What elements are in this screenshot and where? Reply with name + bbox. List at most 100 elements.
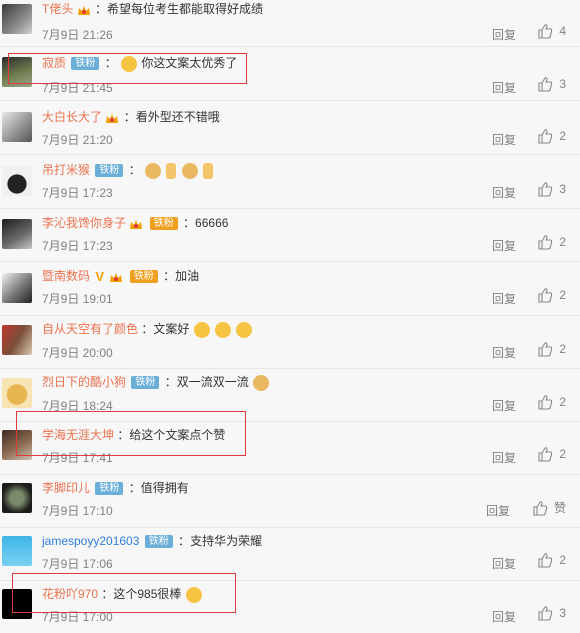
like-button[interactable]: 2 <box>537 341 566 357</box>
username[interactable]: 李沁我馋你身子 <box>42 216 126 230</box>
comment-text: ：看外型还不错哦 <box>123 110 220 124</box>
comment-time: 7月9日 21:26 <box>42 28 113 42</box>
comment-text: ：文案好 <box>141 322 190 336</box>
username[interactable]: T佬头 <box>42 2 73 16</box>
thumbs-up-icon <box>538 129 553 144</box>
like-count: 2 <box>559 235 566 249</box>
doge-emoji-icon <box>181 162 198 179</box>
like-button[interactable]: 2 <box>537 446 566 462</box>
username[interactable]: 大白长大了 <box>42 110 102 124</box>
comment-row: 大白长大了 ：看外型还不错哦 7月9日 21:20 回复 2 <box>0 101 580 155</box>
crown-icon <box>129 218 143 230</box>
reply-button[interactable]: 回复 <box>492 449 516 466</box>
comment-text: ：给这个文案点个赞 <box>117 428 226 442</box>
avatar[interactable] <box>2 273 32 303</box>
comment-row: jamespoyy201603 铁粉 ：支持华为荣耀 7月9日 17:06 回复… <box>0 527 580 581</box>
reply-button[interactable]: 回复 <box>492 131 516 148</box>
avatar[interactable] <box>2 430 32 460</box>
comment-time: 7月9日 21:45 <box>42 81 113 95</box>
comment-time: 7月9日 18:24 <box>42 399 113 413</box>
avatar[interactable] <box>2 325 32 355</box>
thumbs-up-icon <box>538 77 553 92</box>
reply-button[interactable]: 回复 <box>492 555 516 572</box>
thumbs-up-icon <box>538 342 553 357</box>
crown-icon <box>109 271 123 283</box>
thumbs-up-emoji-icon <box>203 162 214 179</box>
reply-button[interactable]: 回复 <box>492 290 516 307</box>
like-button[interactable]: 3 <box>537 605 566 621</box>
like-button[interactable]: 3 <box>537 76 566 92</box>
avatar[interactable] <box>2 589 32 619</box>
laughing-emoji-icon <box>185 586 202 603</box>
avatar[interactable] <box>2 57 32 87</box>
comment-time: 7月9日 17:41 <box>42 451 113 465</box>
thumbs-up-icon <box>538 24 553 39</box>
username[interactable]: 暨南数码 <box>42 269 90 283</box>
avatar[interactable] <box>2 536 32 566</box>
fan-badge: 铁粉 <box>71 57 100 71</box>
like-count: 2 <box>559 288 566 302</box>
like-button[interactable]: 2 <box>537 234 566 250</box>
comment-row: 暨南数码 V 铁粉 ：加油 7月9日 19:01 回复 2 <box>0 262 580 316</box>
comment-time: 7月9日 20:00 <box>42 346 113 360</box>
like-button[interactable]: 2 <box>537 287 566 303</box>
username[interactable]: 李脚印儿 <box>42 481 90 495</box>
comment-text: ：值得拥有 <box>128 481 189 495</box>
like-button[interactable]: 赞 <box>532 499 566 516</box>
username[interactable]: jamespoyy201603 <box>42 534 139 548</box>
fan-badge: 铁粉 <box>149 217 178 231</box>
laughing-emoji-icon <box>236 321 253 338</box>
reply-button[interactable]: 回复 <box>492 237 516 254</box>
comment-time: 7月9日 17:06 <box>42 557 113 571</box>
username[interactable]: 学海无涯大坤 <box>42 428 114 442</box>
thumbs-up-icon <box>538 447 553 462</box>
username[interactable]: 自从天空有了颜色 <box>42 322 138 336</box>
avatar[interactable] <box>2 378 32 408</box>
username[interactable]: 吊打米猴 <box>42 163 90 177</box>
comment-text: ：66666 <box>183 216 229 230</box>
reply-button[interactable]: 回复 <box>492 26 516 43</box>
reply-button[interactable]: 回复 <box>492 397 516 414</box>
reply-button[interactable]: 回复 <box>492 79 516 96</box>
comment-text: ：加油 <box>163 269 200 283</box>
fan-badge: 铁粉 <box>144 535 173 549</box>
thumbs-up-icon <box>538 606 553 621</box>
comment-text: ：希望每位考生都能取得好成绩 <box>95 2 264 16</box>
fan-badge: 铁粉 <box>131 376 160 390</box>
like-count: 赞 <box>553 501 566 515</box>
like-button[interactable]: 2 <box>537 128 566 144</box>
doge-emoji-icon <box>145 162 162 179</box>
avatar[interactable] <box>2 219 32 249</box>
like-count: 4 <box>559 24 566 38</box>
like-button[interactable]: 2 <box>537 394 566 410</box>
avatar[interactable] <box>2 166 32 196</box>
thumbs-up-icon <box>538 553 553 568</box>
thumbs-up-icon <box>538 182 553 197</box>
like-button[interactable]: 2 <box>537 552 566 568</box>
comment-list: T佬头 ：希望每位考生都能取得好成绩 7月9日 21:26 回复 4 寂质 铁粉… <box>0 0 580 624</box>
username[interactable]: 烈日下的酷小狗 <box>42 375 126 389</box>
laughing-emoji-icon <box>193 321 210 338</box>
username[interactable]: 花粉吖970 <box>42 587 98 601</box>
avatar[interactable] <box>2 112 32 142</box>
fan-badge: 铁粉 <box>129 270 158 284</box>
like-count: 2 <box>559 553 566 567</box>
fan-badge: 铁粉 <box>95 164 124 178</box>
like-button[interactable]: 4 <box>537 23 566 39</box>
like-count: 2 <box>559 447 566 461</box>
comment-time: 7月9日 17:23 <box>42 239 113 253</box>
reply-button[interactable]: 回复 <box>492 184 516 201</box>
like-count: 3 <box>559 606 566 620</box>
fan-badge: 铁粉 <box>95 482 124 496</box>
comment-time: 7月9日 17:23 <box>42 186 113 200</box>
thumbs-up-icon <box>538 288 553 303</box>
like-count: 2 <box>559 129 566 143</box>
reply-button[interactable]: 回复 <box>492 608 516 625</box>
avatar[interactable] <box>2 483 32 513</box>
reply-button[interactable]: 回复 <box>492 344 516 361</box>
reply-button[interactable]: 回复 <box>486 502 510 519</box>
comment-text: ：这个985很棒 <box>101 587 182 601</box>
like-button[interactable]: 3 <box>537 181 566 197</box>
username[interactable]: 寂质 <box>42 56 66 70</box>
avatar[interactable] <box>2 4 32 34</box>
